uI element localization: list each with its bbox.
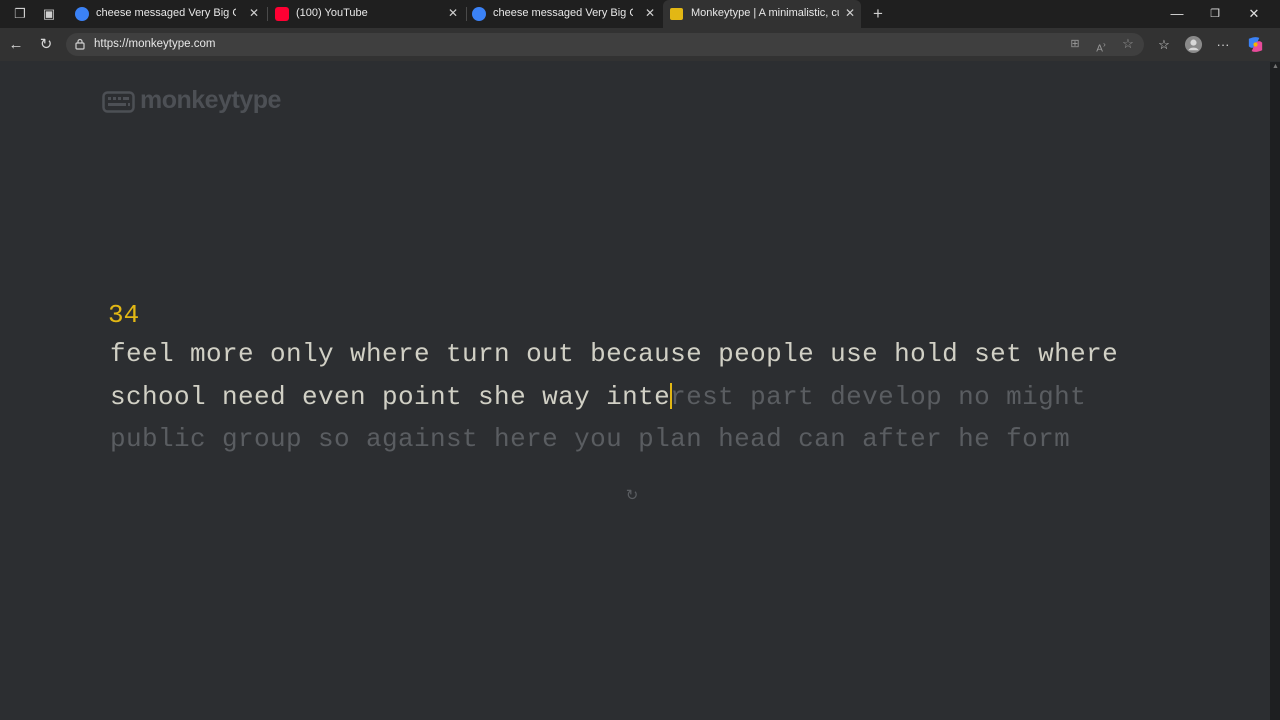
workspaces-icon[interactable]: ❐ (11, 5, 29, 23)
tab-title: cheese messaged Very Big GC (96, 7, 236, 19)
words-line-2: school need even point she way interest … (110, 376, 1150, 419)
favorites-icon[interactable]: ☆ (1155, 36, 1173, 54)
profile-avatar-icon[interactable] (1184, 35, 1203, 54)
scrollbar[interactable] (1270, 62, 1280, 720)
close-icon[interactable]: ✕ (246, 5, 262, 21)
words-line-1: feel more only where turn out because pe… (110, 339, 1119, 369)
scroll-up-icon[interactable]: ▲ (1272, 63, 1279, 70)
messenger-icon (75, 7, 89, 21)
tab-title: cheese messaged Very Big GC (493, 7, 633, 19)
tab-messenger-2[interactable]: cheese messaged Very Big GC ✕ (465, 0, 663, 28)
lock-icon (75, 38, 85, 50)
back-icon[interactable]: ← (7, 36, 25, 54)
more-options-icon[interactable]: ··· (1214, 36, 1232, 54)
app-available-icon[interactable]: ⊞ (1067, 36, 1083, 52)
tab-strip: ❐ ▣ cheese messaged Very Big GC ✕ (100) … (0, 0, 1280, 28)
messenger-icon (472, 7, 486, 21)
typed-text: school need even point she way inte (110, 381, 671, 412)
tab-actions-icon[interactable]: ▣ (40, 5, 58, 23)
tab-messenger-1[interactable]: cheese messaged Very Big GC ✕ (68, 0, 266, 28)
minimize-icon[interactable]: — (1162, 4, 1192, 24)
untyped-text: est part develop no might (686, 381, 1087, 412)
tab-monkeytype[interactable]: Monkeytype | A minimalistic, cust ✕ (663, 0, 861, 28)
close-icon[interactable]: ✕ (642, 5, 658, 21)
address-toolbar: ← ↻ https://monkeytype.com ⊞ A› ☆ ☆ ··· (0, 28, 1280, 61)
read-aloud-icon[interactable]: A› (1093, 36, 1109, 54)
word-counter: 34 (108, 300, 140, 330)
new-tab-icon[interactable]: + (869, 5, 887, 23)
url-text[interactable]: https://monkeytype.com (94, 38, 215, 50)
typing-test-words[interactable]: feel more only where turn out because pe… (110, 333, 1150, 461)
current-letter: r (670, 381, 687, 412)
tab-title: Monkeytype | A minimalistic, cust (691, 7, 839, 19)
youtube-icon (275, 7, 289, 21)
logo-text: monkeytype (140, 86, 281, 114)
tab-title: (100) YouTube (296, 7, 368, 19)
restart-icon[interactable]: ↻ (624, 488, 640, 504)
close-icon[interactable]: ✕ (842, 5, 858, 21)
monkeytype-icon (670, 8, 683, 20)
close-icon[interactable]: ✕ (445, 5, 461, 21)
favorite-star-icon[interactable]: ☆ (1120, 36, 1136, 52)
address-bar[interactable]: https://monkeytype.com ⊞ A› ☆ (66, 33, 1144, 56)
keyboard-logo-icon (102, 91, 135, 113)
copilot-icon[interactable] (1246, 35, 1265, 54)
tab-youtube[interactable]: (100) YouTube ✕ (268, 0, 466, 28)
close-window-icon[interactable]: ✕ (1239, 4, 1269, 24)
maximize-icon[interactable]: ❐ (1200, 4, 1230, 24)
refresh-icon[interactable]: ↻ (37, 36, 55, 54)
words-line-3: public group so against here you plan he… (110, 424, 1071, 454)
